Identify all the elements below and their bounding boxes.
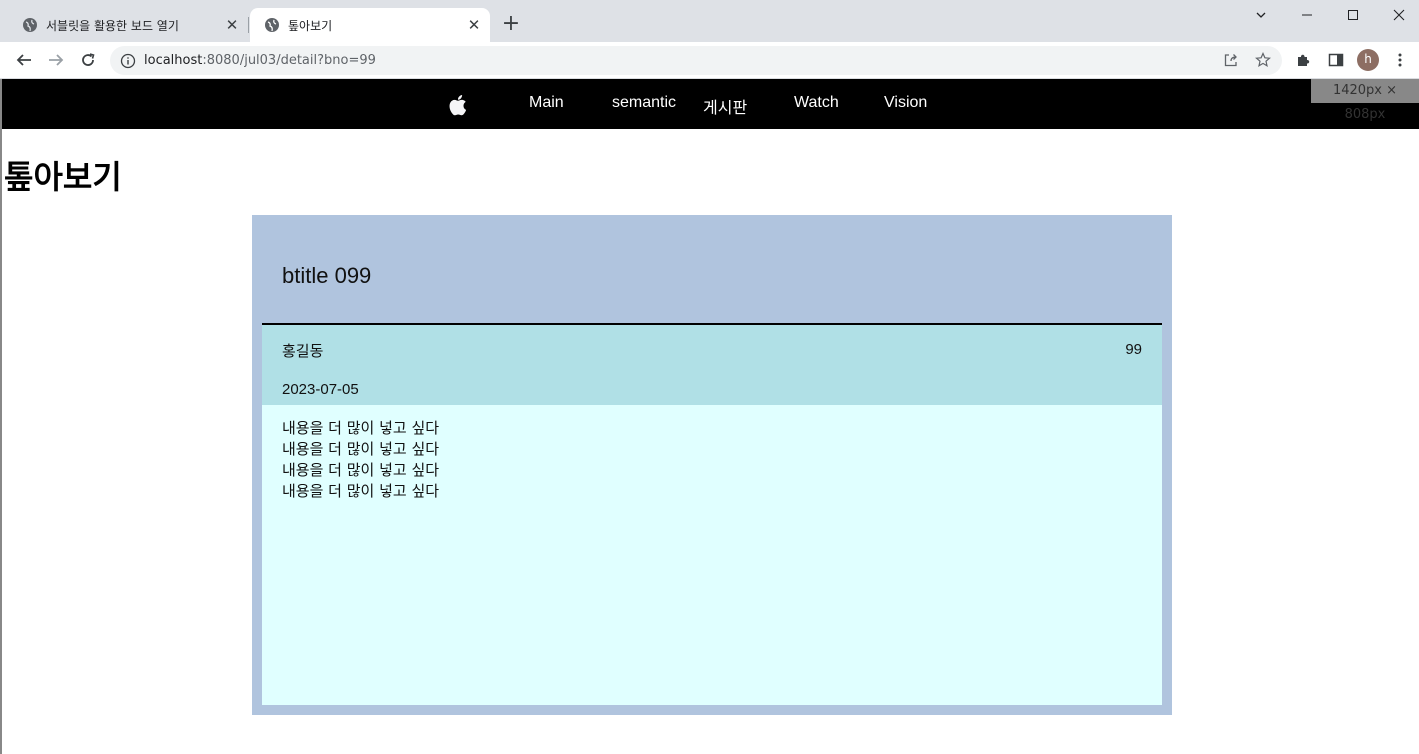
nav-item-main[interactable]: Main bbox=[529, 94, 564, 112]
post-detail-card: btitle 099 홍길동 99 2023-07-05 내용을 더 많이 넣고… bbox=[252, 215, 1172, 715]
forward-arrow-icon[interactable] bbox=[44, 48, 68, 72]
close-tab-icon[interactable]: ✕ bbox=[224, 17, 240, 33]
browser-toolbar: localhost:8080/jul03/detail?bno=99 h bbox=[0, 42, 1419, 79]
tab-title: 톺아보기 bbox=[288, 18, 333, 33]
minimize-icon[interactable] bbox=[1284, 0, 1330, 30]
address-bar[interactable]: localhost:8080/jul03/detail?bno=99 bbox=[110, 46, 1282, 75]
extensions-puzzle-icon[interactable] bbox=[1292, 48, 1316, 72]
post-meta: 홍길동 99 2023-07-05 bbox=[262, 325, 1162, 405]
reload-icon[interactable] bbox=[76, 48, 100, 72]
bookmark-star-icon[interactable] bbox=[1252, 49, 1274, 71]
nav-item-vision[interactable]: Vision bbox=[884, 94, 927, 112]
tab-search-icon[interactable] bbox=[1238, 0, 1284, 30]
content-line: 내용을 더 많이 넣고 싶다 bbox=[282, 440, 440, 458]
close-tab-icon[interactable]: ✕ bbox=[466, 17, 482, 33]
maximize-icon[interactable] bbox=[1330, 0, 1376, 30]
globe-icon bbox=[23, 18, 37, 32]
share-icon[interactable] bbox=[1220, 49, 1242, 71]
tab-title: 서블릿을 활용한 보드 열기 bbox=[46, 18, 179, 33]
back-arrow-icon[interactable] bbox=[12, 48, 36, 72]
content-line: 내용을 더 많이 넣고 싶다 bbox=[282, 482, 440, 500]
browser-tab-bar: 서블릿을 활용한 보드 열기 ✕ 톺아보기 ✕ + bbox=[0, 0, 1419, 42]
page-body: Main semantic 게시판 Watch Vision 톺아보기 btit… bbox=[0, 79, 1419, 754]
post-writer: 홍길동 bbox=[282, 342, 324, 360]
globe-icon bbox=[265, 18, 279, 32]
url-host: localhost bbox=[144, 53, 203, 68]
tab-separator bbox=[248, 17, 249, 33]
post-content: 내용을 더 많이 넣고 싶다 내용을 더 많이 넣고 싶다 내용을 더 많이 넣… bbox=[262, 405, 1162, 705]
nav-item-watch[interactable]: Watch bbox=[794, 94, 839, 112]
top-navigation: Main semantic 게시판 Watch Vision bbox=[2, 79, 1419, 129]
browser-tab-board[interactable]: 서블릿을 활용한 보드 열기 ✕ bbox=[8, 8, 248, 42]
page-title: 톺아보기 bbox=[4, 158, 122, 196]
post-view-count: 99 bbox=[1125, 341, 1142, 358]
close-window-icon[interactable] bbox=[1376, 0, 1419, 30]
url-text[interactable]: localhost:8080/jul03/detail?bno=99 bbox=[144, 53, 376, 68]
profile-avatar[interactable]: h bbox=[1357, 49, 1379, 71]
browser-tab-detail[interactable]: 톺아보기 ✕ bbox=[250, 8, 490, 42]
post-date: 2023-07-05 bbox=[282, 381, 359, 398]
site-info-icon[interactable] bbox=[120, 53, 136, 69]
nav-item-semantic[interactable]: semantic bbox=[612, 94, 676, 112]
url-path: :8080/jul03/detail?bno=99 bbox=[202, 53, 376, 68]
content-line: 내용을 더 많이 넣고 싶다 bbox=[282, 461, 440, 479]
apple-icon[interactable] bbox=[447, 92, 471, 118]
post-title: btitle 099 bbox=[282, 263, 372, 288]
nav-item-board[interactable]: 게시판 bbox=[703, 94, 747, 118]
menu-kebab-icon[interactable] bbox=[1388, 48, 1412, 72]
viewport-size-badge: 1420px × 808px bbox=[1311, 79, 1419, 122]
side-panel-icon[interactable] bbox=[1324, 48, 1348, 72]
content-line: 내용을 더 많이 넣고 싶다 bbox=[282, 419, 440, 437]
new-tab-button[interactable]: + bbox=[500, 13, 522, 35]
